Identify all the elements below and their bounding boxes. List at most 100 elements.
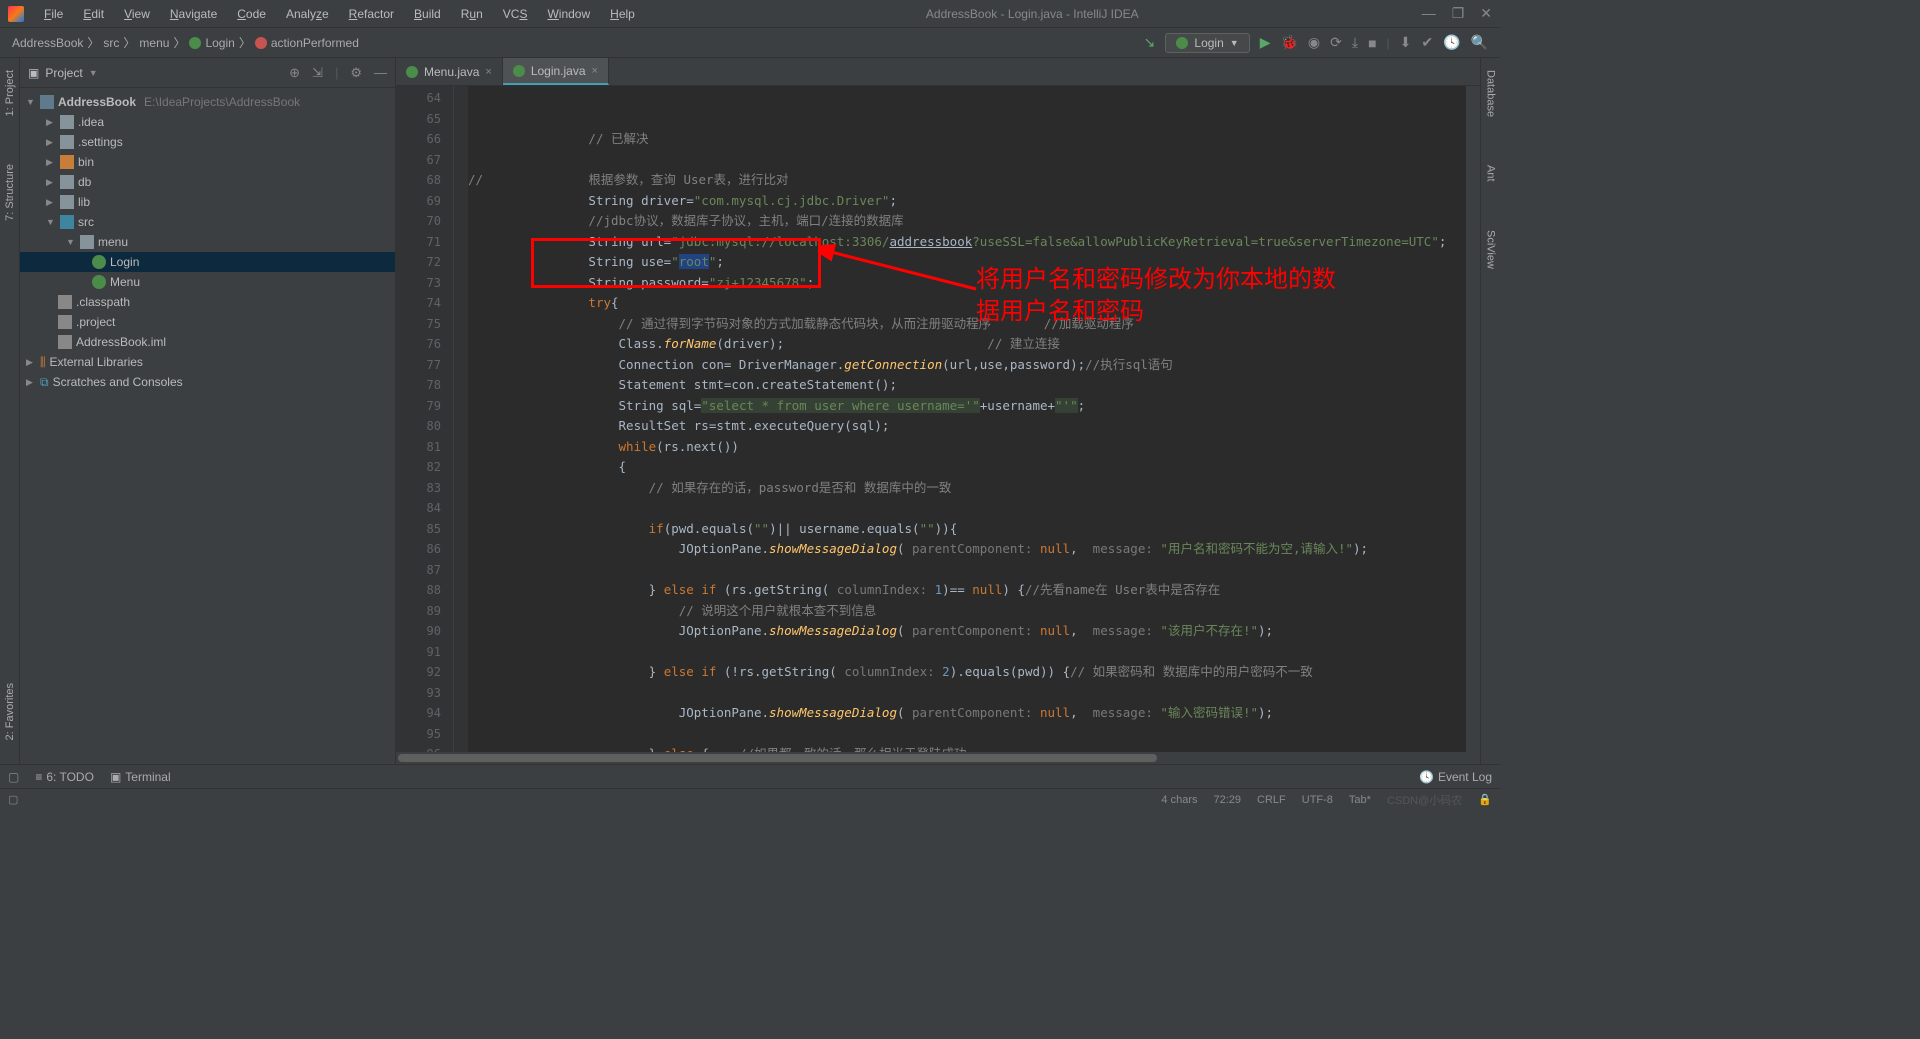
- lock-icon[interactable]: 🔒: [1478, 793, 1492, 806]
- tree-folder-src[interactable]: ▼ src: [20, 212, 395, 232]
- breadcrumb-item[interactable]: actionPerformed: [271, 36, 359, 50]
- expand-arrow-icon[interactable]: ▶: [46, 137, 56, 148]
- tree-file-menu[interactable]: Menu: [20, 272, 395, 292]
- hide-icon[interactable]: —: [374, 65, 387, 81]
- editor-body[interactable]: 6465666768697071727374757677787980818283…: [396, 86, 1480, 752]
- minimize-icon[interactable]: —: [1422, 5, 1436, 22]
- tree-folder-lib[interactable]: ▶ lib: [20, 192, 395, 212]
- expand-arrow-icon[interactable]: ▶: [26, 377, 36, 388]
- tree-file-classpath[interactable]: .classpath: [20, 292, 395, 312]
- menu-navigate[interactable]: Navigate: [162, 3, 225, 25]
- menu-edit[interactable]: Edit: [75, 3, 112, 25]
- tool-tab-terminal[interactable]: ▣ Terminal: [110, 770, 171, 784]
- tool-tab-ant[interactable]: Ant: [1483, 161, 1499, 186]
- vcs-commit-icon[interactable]: ✔: [1421, 34, 1433, 51]
- status-indent[interactable]: Tab*: [1349, 794, 1371, 806]
- tree-file-project[interactable]: .project: [20, 312, 395, 332]
- project-panel-title[interactable]: Project: [45, 66, 82, 80]
- debug-icon[interactable]: 🐞: [1280, 34, 1297, 51]
- tree-root[interactable]: ▼ AddressBook E:\IdeaProjects\AddressBoo…: [20, 92, 395, 112]
- tool-tab-favorites[interactable]: 2: Favorites: [2, 679, 18, 744]
- expand-arrow-icon[interactable]: ▶: [26, 357, 36, 368]
- tree-external-libs[interactable]: ▶ ⫼ External Libraries: [20, 352, 395, 372]
- breadcrumb: AddressBook 〉 src 〉 menu 〉 Login 〉 actio…: [12, 34, 359, 51]
- library-icon: ⫼: [40, 355, 46, 370]
- breadcrumb-item[interactable]: src: [103, 36, 119, 50]
- menu-analyze[interactable]: Analyze: [278, 3, 337, 25]
- status-encoding[interactable]: UTF-8: [1302, 794, 1333, 806]
- vcs-update-icon[interactable]: ⬇: [1400, 34, 1412, 51]
- coverage-icon[interactable]: ◉: [1308, 34, 1320, 51]
- tab-close-icon[interactable]: ×: [485, 66, 491, 78]
- tree-scratches[interactable]: ▶ ⧉ Scratches and Consoles: [20, 372, 395, 392]
- expand-arrow-icon[interactable]: ▶: [46, 197, 56, 208]
- tree-label: db: [78, 175, 91, 189]
- run-config-selector[interactable]: Login ▼: [1165, 33, 1249, 53]
- breadcrumb-item[interactable]: Login: [205, 36, 234, 50]
- status-cursor[interactable]: 72:29: [1213, 794, 1241, 806]
- expand-arrow-icon[interactable]: ▶: [46, 117, 56, 128]
- class-icon: [513, 65, 525, 77]
- settings-icon[interactable]: ⚙: [350, 65, 362, 81]
- menu-refactor[interactable]: Refactor: [341, 3, 402, 25]
- vcs-history-icon[interactable]: 🕓: [1443, 34, 1460, 51]
- editor-horizontal-scrollbar[interactable]: [396, 752, 1480, 764]
- expand-arrow-icon[interactable]: ▼: [26, 97, 36, 107]
- tool-tab-todo[interactable]: ≡ 6: TODO: [35, 770, 94, 784]
- tree-path: E:\IdeaProjects\AddressBook: [144, 95, 300, 109]
- editor-marker-bar[interactable]: [1466, 86, 1480, 752]
- menu-view[interactable]: View: [116, 3, 158, 25]
- expand-arrow-icon[interactable]: ▼: [46, 217, 56, 227]
- tree-folder-settings[interactable]: ▶ .settings: [20, 132, 395, 152]
- scrollbar-thumb[interactable]: [398, 754, 1157, 762]
- menu-help[interactable]: Help: [602, 3, 643, 25]
- tool-tab-project[interactable]: 1: Project: [2, 66, 18, 120]
- tree-file-login[interactable]: Login: [20, 252, 395, 272]
- tool-windows-icon[interactable]: ▢: [8, 793, 18, 806]
- expand-arrow-icon[interactable]: ▶: [46, 177, 56, 188]
- breadcrumb-separator: 〉: [123, 34, 135, 51]
- tree-label: bin: [78, 155, 94, 169]
- line-number-gutter[interactable]: 6465666768697071727374757677787980818283…: [396, 86, 454, 752]
- fold-gutter[interactable]: [454, 86, 468, 752]
- expand-arrow-icon[interactable]: ▶: [46, 157, 56, 168]
- tree-file-iml[interactable]: AddressBook.iml: [20, 332, 395, 352]
- tool-tab-sciview[interactable]: SciView: [1483, 226, 1499, 273]
- locate-icon[interactable]: ⊕: [289, 65, 300, 81]
- status-crlf[interactable]: CRLF: [1257, 794, 1286, 806]
- show-tools-icon[interactable]: ▢: [8, 770, 19, 784]
- stop-icon[interactable]: ■: [1368, 35, 1376, 51]
- tab-close-icon[interactable]: ×: [592, 65, 598, 77]
- profile-icon[interactable]: ⟳: [1330, 34, 1342, 51]
- menu-code[interactable]: Code: [229, 3, 274, 25]
- menu-build[interactable]: Build: [406, 3, 449, 25]
- menu-file[interactable]: File: [36, 3, 71, 25]
- tree-folder-menu[interactable]: ▼ menu: [20, 232, 395, 252]
- maximize-icon[interactable]: ❐: [1452, 5, 1465, 22]
- tree-folder-bin[interactable]: ▶ bin: [20, 152, 395, 172]
- menu-window[interactable]: Window: [539, 3, 598, 25]
- tool-tab-database[interactable]: Database: [1483, 66, 1499, 121]
- tree-folder-db[interactable]: ▶ db: [20, 172, 395, 192]
- search-everywhere-icon[interactable]: 🔍: [1471, 34, 1488, 51]
- menu-run[interactable]: Run: [453, 3, 491, 25]
- tree-folder-idea[interactable]: ▶ .idea: [20, 112, 395, 132]
- code-content[interactable]: // 已解决 // 根据参数，查询 User表，进行比对 String driv…: [468, 86, 1466, 752]
- tool-tab-eventlog[interactable]: 🕓 Event Log: [1419, 770, 1492, 784]
- chevron-down-icon[interactable]: ▼: [89, 68, 98, 78]
- close-icon[interactable]: ✕: [1480, 5, 1492, 22]
- editor-tabs: Menu.java × Login.java ×: [396, 58, 1480, 86]
- expand-arrow-icon[interactable]: ▼: [66, 237, 76, 247]
- tool-tab-structure[interactable]: 7: Structure: [2, 160, 18, 225]
- breadcrumb-item[interactable]: AddressBook: [12, 36, 83, 50]
- run-config-label: Login: [1194, 36, 1223, 50]
- menu-vcs[interactable]: VCS: [495, 3, 536, 25]
- editor-tab-menu[interactable]: Menu.java ×: [396, 58, 503, 85]
- build-icon[interactable]: ↘: [1144, 34, 1156, 51]
- run-icon[interactable]: ▶: [1260, 34, 1271, 51]
- project-tree[interactable]: ▼ AddressBook E:\IdeaProjects\AddressBoo…: [20, 88, 395, 764]
- expand-icon[interactable]: ⇲: [312, 65, 323, 81]
- attach-icon[interactable]: ⤓: [1352, 34, 1358, 51]
- breadcrumb-item[interactable]: menu: [139, 36, 169, 50]
- editor-tab-login[interactable]: Login.java ×: [503, 58, 609, 85]
